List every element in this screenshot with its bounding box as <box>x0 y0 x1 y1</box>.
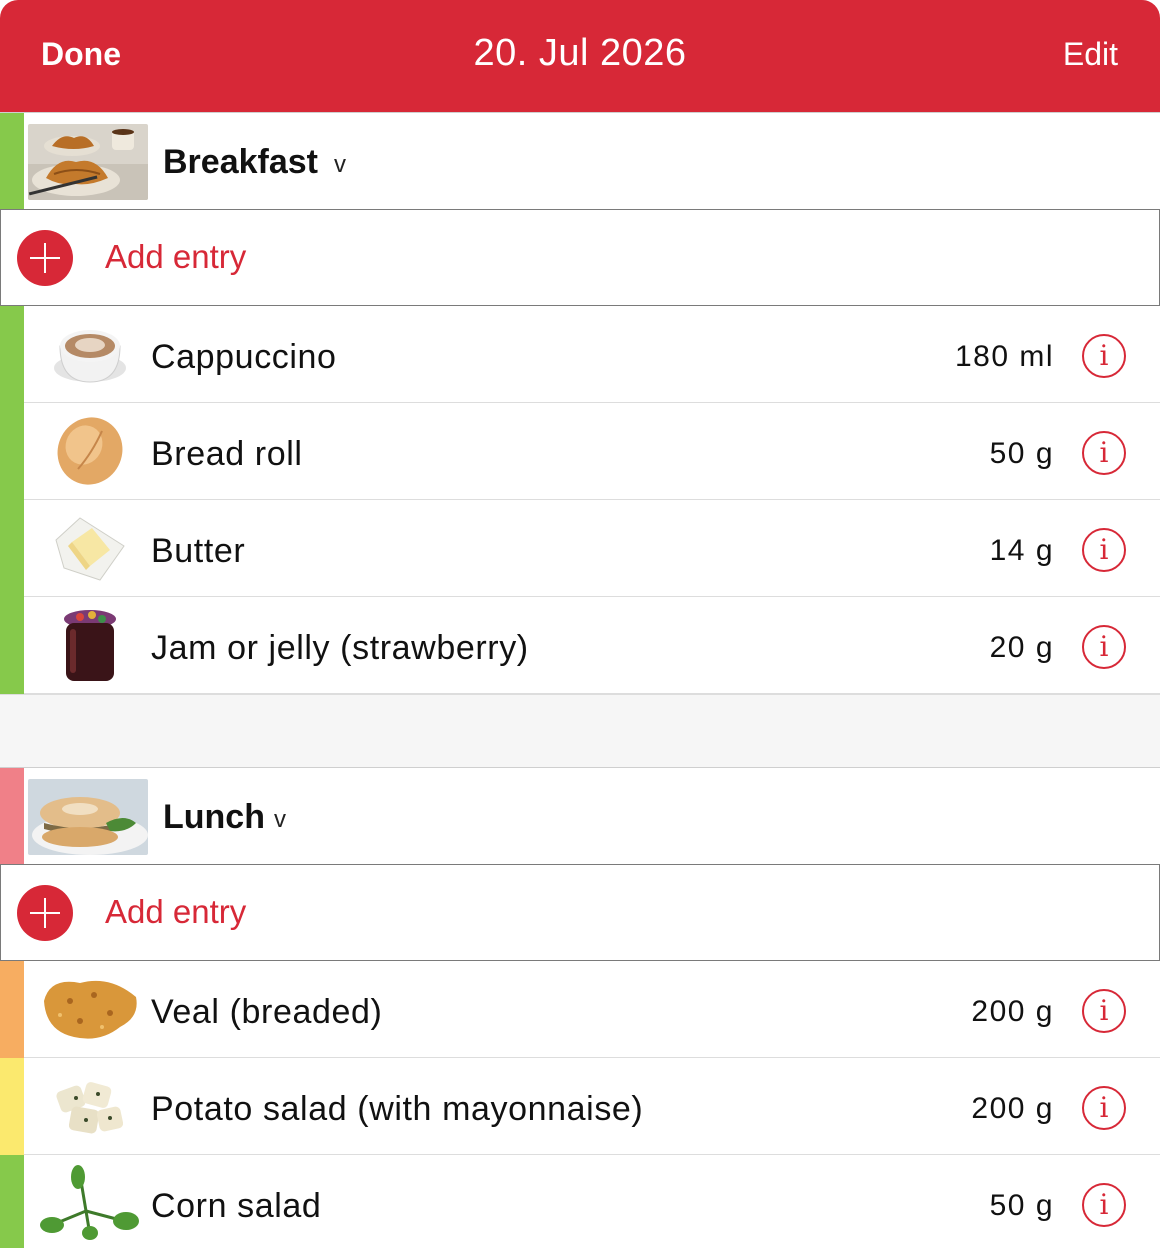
corn-salad-icon <box>40 1165 139 1241</box>
list-item[interactable]: Butter 14 g i <box>0 500 1160 597</box>
food-amount: 14 g <box>989 534 1054 567</box>
food-amount: 20 g <box>989 631 1054 664</box>
jam-jar-icon <box>40 607 136 683</box>
list-item[interactable]: Jam or jelly (strawberry) 20 g i <box>0 597 1160 694</box>
info-icon[interactable]: i <box>1082 625 1126 669</box>
meal-title: Lunch <box>163 798 265 836</box>
list-item[interactable]: Cappuccino 180 ml i <box>0 306 1160 403</box>
plus-circle-icon[interactable] <box>17 885 73 941</box>
meal-header-breakfast[interactable]: Breakfast v <box>0 112 1160 209</box>
navigation-bar: Done 20. Jul 2026 Edit <box>0 0 1160 112</box>
meal-color-bar <box>0 768 24 864</box>
food-amount: 200 g <box>971 995 1054 1028</box>
info-icon[interactable]: i <box>1082 528 1126 572</box>
info-icon[interactable]: i <box>1082 1086 1126 1130</box>
meal-header-lunch[interactable]: Lunch v <box>0 767 1160 864</box>
entry-color-bar <box>0 403 24 500</box>
food-name: Butter <box>151 532 246 570</box>
entry-color-bar <box>0 306 24 403</box>
food-name: Bread roll <box>151 435 303 473</box>
list-item[interactable]: Veal (breaded) 200 g i <box>0 961 1160 1058</box>
potato-salad-icon <box>40 1068 136 1144</box>
butter-icon <box>40 510 136 586</box>
food-amount: 200 g <box>971 1092 1054 1125</box>
add-entry-label[interactable]: Add entry <box>105 238 246 276</box>
list-item[interactable]: Corn salad 50 g i <box>0 1155 1160 1248</box>
chevron-down-icon[interactable]: v <box>334 151 346 179</box>
food-name: Corn salad <box>151 1187 322 1225</box>
list-item[interactable]: Potato salad (with mayonnaise) 200 g i <box>0 1058 1160 1155</box>
info-icon[interactable]: i <box>1082 431 1126 475</box>
info-icon[interactable]: i <box>1082 989 1126 1033</box>
date-title: 20. Jul 2026 <box>473 32 687 74</box>
food-name: Potato salad (with mayonnaise) <box>151 1090 644 1128</box>
add-entry-row[interactable]: Add entry <box>0 864 1160 961</box>
info-icon[interactable]: i <box>1082 334 1126 378</box>
meal-color-bar <box>0 113 24 209</box>
food-name: Jam or jelly (strawberry) <box>151 629 529 667</box>
food-name: Cappuccino <box>151 338 337 376</box>
bread-roll-icon <box>40 413 136 489</box>
list-item[interactable]: Bread roll 50 g i <box>0 403 1160 500</box>
breakfast-photo <box>28 124 148 200</box>
add-entry-label[interactable]: Add entry <box>105 893 246 931</box>
food-amount: 50 g <box>989 437 1054 470</box>
lunch-photo <box>28 779 148 855</box>
food-name: Veal (breaded) <box>151 993 383 1031</box>
entry-color-bar <box>0 1155 24 1248</box>
chevron-down-icon[interactable]: v <box>274 806 286 834</box>
meal-list: Breakfast v Add entry Cappuccino 180 ml … <box>0 112 1160 1248</box>
meal-title: Breakfast <box>163 143 318 181</box>
add-entry-row[interactable]: Add entry <box>0 209 1160 306</box>
food-amount: 180 ml <box>954 340 1054 373</box>
edit-button[interactable]: Edit <box>1063 36 1118 73</box>
info-icon[interactable]: i <box>1082 1183 1126 1227</box>
entry-color-bar <box>0 597 24 694</box>
cappuccino-icon <box>40 316 136 392</box>
entry-color-bar <box>0 1058 24 1155</box>
entry-color-bar <box>0 500 24 597</box>
plus-circle-icon[interactable] <box>17 230 73 286</box>
entry-color-bar <box>0 961 24 1058</box>
breaded-veal-icon <box>40 971 137 1047</box>
section-spacer <box>0 694 1160 767</box>
food-amount: 50 g <box>989 1189 1054 1222</box>
